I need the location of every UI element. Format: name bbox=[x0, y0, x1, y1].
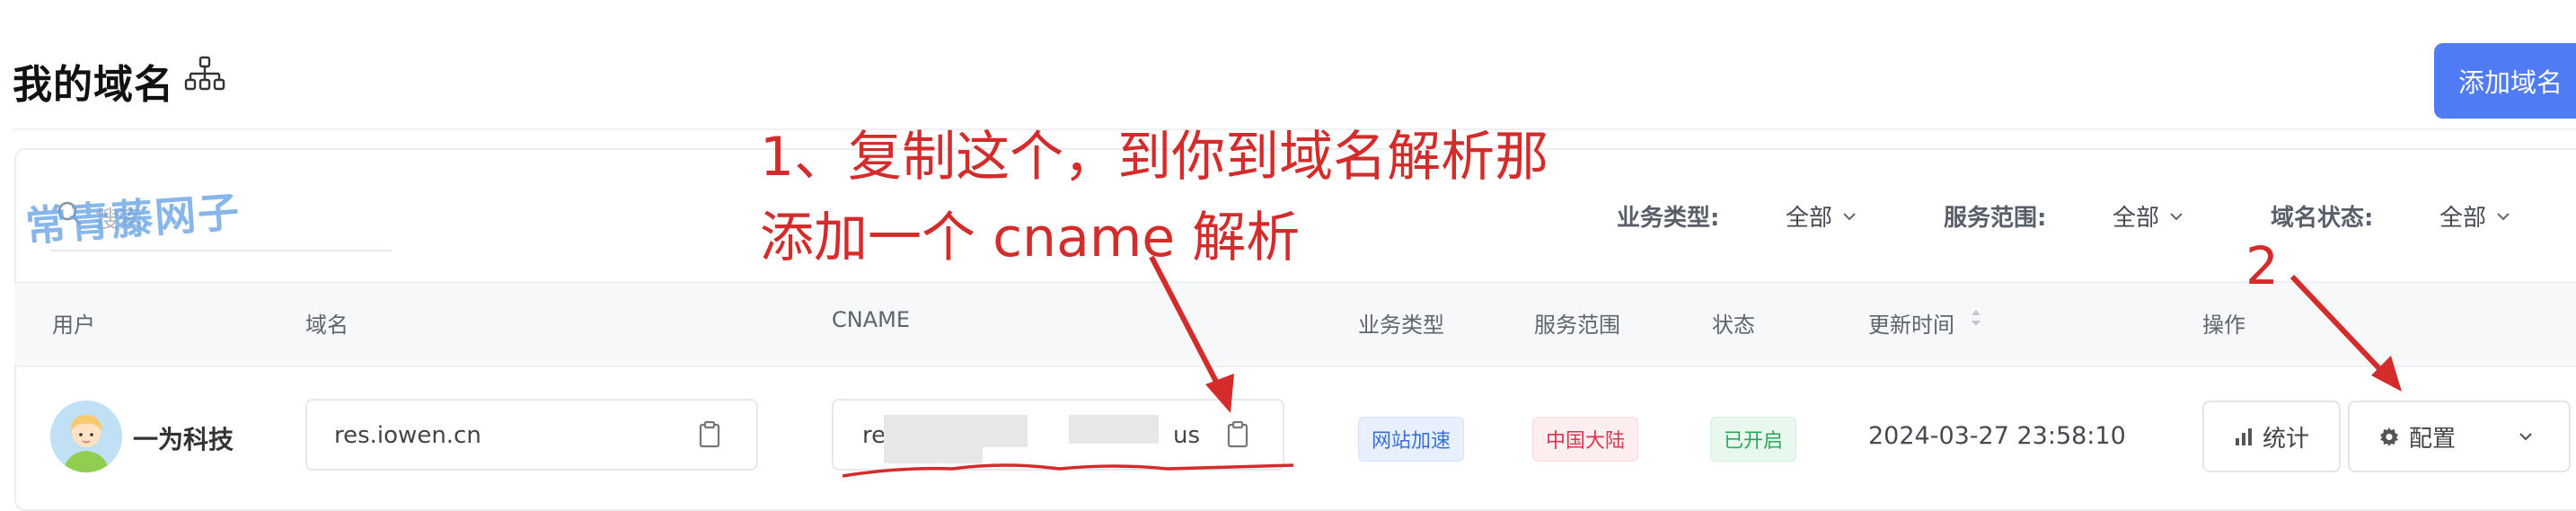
add-domain-label: 添加域名 bbox=[2457, 67, 2563, 98]
filter-business-type-select[interactable]: 全部 bbox=[1786, 199, 1857, 233]
cname-redaction bbox=[884, 415, 983, 463]
chevron-down-icon bbox=[2519, 433, 2532, 441]
user-name: 一为科技 bbox=[133, 425, 234, 454]
gear-icon bbox=[2379, 427, 2398, 446]
clipboard-icon[interactable] bbox=[697, 420, 722, 449]
more-actions-dropdown[interactable] bbox=[2483, 401, 2571, 472]
chevron-down-icon bbox=[2497, 212, 2510, 220]
clipboard-icon[interactable] bbox=[1225, 420, 1250, 449]
domain-value: res.iowen.cn bbox=[334, 422, 481, 449]
cname-value-start: re bbox=[862, 422, 887, 449]
filter-service-scope-select[interactable]: 全部 bbox=[2113, 199, 2184, 233]
page-title: 我的域名 bbox=[13, 62, 174, 108]
annotation-line-1: 1、复制这个，到你到域名解析那 bbox=[760, 126, 1549, 189]
cname-redaction bbox=[1069, 415, 1159, 444]
bar-chart-icon bbox=[2235, 428, 2252, 445]
config-button-label: 配置 bbox=[2408, 425, 2456, 453]
table-header bbox=[14, 281, 2576, 367]
business-type-badge: 网站加速 bbox=[1358, 417, 1465, 462]
filter-service-scope-value: 全部 bbox=[2113, 205, 2160, 232]
filter-business-type-label: 业务类型: bbox=[1617, 205, 1720, 232]
chevron-down-icon bbox=[2170, 212, 2183, 220]
config-button[interactable]: 配置 bbox=[2348, 401, 2486, 472]
chevron-down-icon bbox=[1843, 212, 1856, 220]
filter-domain-status-value: 全部 bbox=[2439, 205, 2487, 232]
filter-business-type-value: 全部 bbox=[1786, 205, 1833, 232]
column-status: 状态 bbox=[1712, 313, 1755, 338]
cname-redaction bbox=[983, 415, 1028, 447]
annotation-line-2: 添加一个 cname 解析 bbox=[760, 207, 1301, 269]
avatar-illustration-icon bbox=[50, 401, 122, 472]
cname-value-end: us bbox=[1173, 422, 1201, 449]
add-domain-button[interactable]: 添加域名 bbox=[2434, 43, 2576, 119]
service-scope-badge: 中国大陆 bbox=[1532, 417, 1639, 462]
sitemap-icon bbox=[184, 56, 225, 91]
column-service-scope: 服务范围 bbox=[1534, 313, 1620, 338]
avatar bbox=[50, 401, 122, 472]
annotation-step-2: 2 bbox=[2245, 235, 2279, 296]
column-actions: 操作 bbox=[2202, 313, 2245, 338]
stats-button[interactable]: 统计 bbox=[2202, 401, 2341, 472]
column-cname: CNAME bbox=[832, 307, 910, 332]
column-domain: 域名 bbox=[305, 313, 348, 338]
filter-domain-status-label: 域名状态: bbox=[2271, 205, 2374, 232]
updated-time: 2024-03-27 23:58:10 bbox=[1868, 422, 2126, 450]
column-updated-time[interactable]: 更新时间 bbox=[1868, 307, 1954, 339]
column-business-type: 业务类型 bbox=[1358, 313, 1444, 338]
filter-domain-status-select[interactable]: 全部 bbox=[2439, 199, 2511, 233]
sort-icon[interactable] bbox=[1969, 305, 1983, 330]
stats-button-label: 统计 bbox=[2262, 425, 2309, 453]
column-user: 用户 bbox=[52, 313, 95, 338]
filter-service-scope-label: 服务范围: bbox=[1944, 205, 2047, 232]
status-badge: 已开启 bbox=[1710, 417, 1797, 462]
